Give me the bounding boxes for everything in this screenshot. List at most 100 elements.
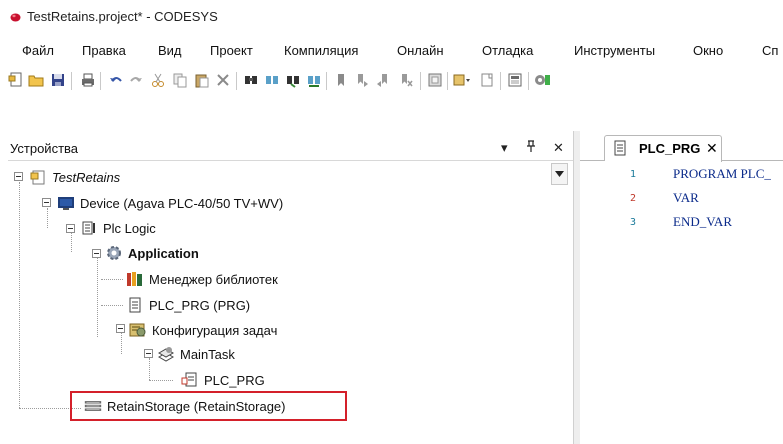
- tree-node-application[interactable]: Application: [105, 243, 199, 263]
- toolbar-separator: [100, 72, 101, 90]
- login-icon[interactable]: [532, 70, 552, 90]
- task-config-icon: [129, 321, 147, 339]
- tree-node-label: Plc Logic: [103, 220, 156, 236]
- save-icon[interactable]: [48, 70, 68, 90]
- menu-view[interactable]: Вид: [158, 43, 182, 58]
- toolbar: [0, 66, 783, 96]
- tree-node-label: PLC_PRG: [204, 372, 265, 388]
- tree-line: [47, 208, 48, 228]
- menu-debug[interactable]: Отладка: [482, 43, 533, 58]
- bookmark-icon[interactable]: [331, 70, 351, 90]
- line-number: 1: [630, 169, 637, 180]
- properties-icon[interactable]: [477, 70, 497, 90]
- project-icon: [29, 168, 47, 186]
- panel-splitter[interactable]: [573, 131, 580, 444]
- new-project-icon[interactable]: [6, 70, 26, 90]
- code-line[interactable]: PROGRAM PLC_: [673, 166, 771, 182]
- toolbar-separator: [420, 72, 421, 90]
- collapse-toggle[interactable]: [66, 224, 75, 233]
- delete-icon[interactable]: [213, 70, 233, 90]
- bookmark-prev-icon[interactable]: [374, 70, 394, 90]
- menu-edit[interactable]: Правка: [82, 43, 126, 58]
- highlight-box: [70, 391, 347, 421]
- line-number-gutter: 1 2 3: [580, 161, 642, 444]
- tree-node-plc-logic[interactable]: Plc Logic: [80, 218, 156, 238]
- tree-node-library-manager[interactable]: Менеджер библиотек: [126, 269, 278, 289]
- redo-icon[interactable]: [126, 70, 146, 90]
- find-icon[interactable]: [241, 70, 261, 90]
- tree-node-plc-prg-call[interactable]: PLC_PRG: [181, 370, 265, 390]
- menu-window[interactable]: Окно: [693, 43, 723, 58]
- bookmark-clear-icon[interactable]: [396, 70, 416, 90]
- collapse-toggle[interactable]: [14, 172, 23, 181]
- tree-node-label: Менеджер библиотек: [149, 271, 278, 287]
- find-next-icon[interactable]: [262, 70, 282, 90]
- devices-panel-header: Устройства ▾ ✕: [8, 137, 580, 161]
- menu-file[interactable]: Файл: [22, 43, 54, 58]
- bookmark-next-icon[interactable]: [352, 70, 372, 90]
- collapse-toggle[interactable]: [144, 349, 153, 358]
- undo-icon[interactable]: [106, 70, 126, 90]
- toolbar-separator: [236, 72, 237, 90]
- collapse-toggle[interactable]: [92, 249, 101, 258]
- tree-node-plc-prg-pou[interactable]: PLC_PRG (PRG): [126, 295, 250, 315]
- tree-node-label: TestRetains: [52, 169, 121, 185]
- pou-tab-icon: [613, 140, 627, 159]
- code-line[interactable]: END_VAR: [673, 214, 732, 230]
- toolbar-separator: [447, 72, 448, 90]
- toolbar-separator: [326, 72, 327, 90]
- tree-line: [121, 332, 122, 354]
- devices-panel-title: Устройства: [10, 141, 79, 156]
- copy-icon[interactable]: [170, 70, 190, 90]
- collapse-toggle[interactable]: [42, 198, 51, 207]
- toolbar-separator: [71, 72, 72, 90]
- title-bar: TestRetains.project* - CODESYS: [0, 0, 783, 34]
- library-manager-icon: [126, 270, 144, 288]
- tree-node-label: MainTask: [180, 346, 235, 362]
- tree-node-label: Конфигурация задач: [152, 322, 278, 338]
- menu-bar: Файл Правка Вид Проект Компиляция Онлайн…: [0, 38, 783, 64]
- tab-plc-prg[interactable]: PLC_PRG ✕: [604, 135, 722, 162]
- menu-build[interactable]: Компиляция: [284, 43, 358, 58]
- menu-help[interactable]: Сп: [762, 43, 778, 58]
- tree-scroll-dropdown[interactable]: [551, 163, 568, 185]
- pou-icon: [126, 296, 144, 314]
- tree-line: [149, 358, 150, 380]
- collapse-toggle[interactable]: [116, 324, 125, 333]
- cut-icon[interactable]: [148, 70, 168, 90]
- print-icon[interactable]: [78, 70, 98, 90]
- replace-icon[interactable]: [304, 70, 324, 90]
- close-tab-icon[interactable]: ✕: [706, 140, 718, 157]
- open-folder-icon[interactable]: [26, 70, 46, 90]
- plc-logic-icon: [80, 219, 98, 237]
- tree-node-label: Application: [128, 245, 199, 261]
- code-line[interactable]: VAR: [673, 190, 699, 206]
- codesys-logo-icon: [10, 13, 21, 22]
- pin-icon[interactable]: [526, 140, 536, 156]
- close-panel-icon[interactable]: ✕: [553, 140, 564, 156]
- panel-dropdown-icon[interactable]: ▾: [501, 140, 508, 156]
- tree-line: [97, 257, 98, 337]
- menu-project[interactable]: Проект: [210, 43, 253, 58]
- line-number: 2: [630, 193, 637, 204]
- application-gear-icon: [105, 244, 123, 262]
- window-title: TestRetains.project* - CODESYS: [27, 9, 218, 24]
- paste-icon[interactable]: [192, 70, 212, 90]
- menu-online[interactable]: Онлайн: [397, 43, 444, 58]
- tree-node-label: Device (Agava PLC-40/50 TV+WV): [80, 195, 284, 211]
- add-object-icon[interactable]: [452, 70, 472, 90]
- tree-node-task-config[interactable]: Конфигурация задач: [129, 320, 277, 340]
- tree-line: [149, 380, 173, 381]
- tab-label: PLC_PRG: [639, 141, 701, 156]
- tree-line: [19, 182, 20, 408]
- build-icon[interactable]: [505, 70, 525, 90]
- line-number: 3: [630, 217, 637, 228]
- tree-line: [101, 279, 123, 280]
- find-previous-icon[interactable]: [283, 70, 303, 90]
- tree-node-device[interactable]: Device (Agava PLC-40/50 TV+WV): [57, 193, 283, 213]
- insert-object-icon[interactable]: [425, 70, 445, 90]
- menu-tools[interactable]: Инструменты: [574, 43, 655, 58]
- tree-node-project[interactable]: TestRetains: [29, 167, 120, 187]
- tree-line: [71, 232, 72, 252]
- tree-node-maintask[interactable]: MainTask: [157, 344, 235, 364]
